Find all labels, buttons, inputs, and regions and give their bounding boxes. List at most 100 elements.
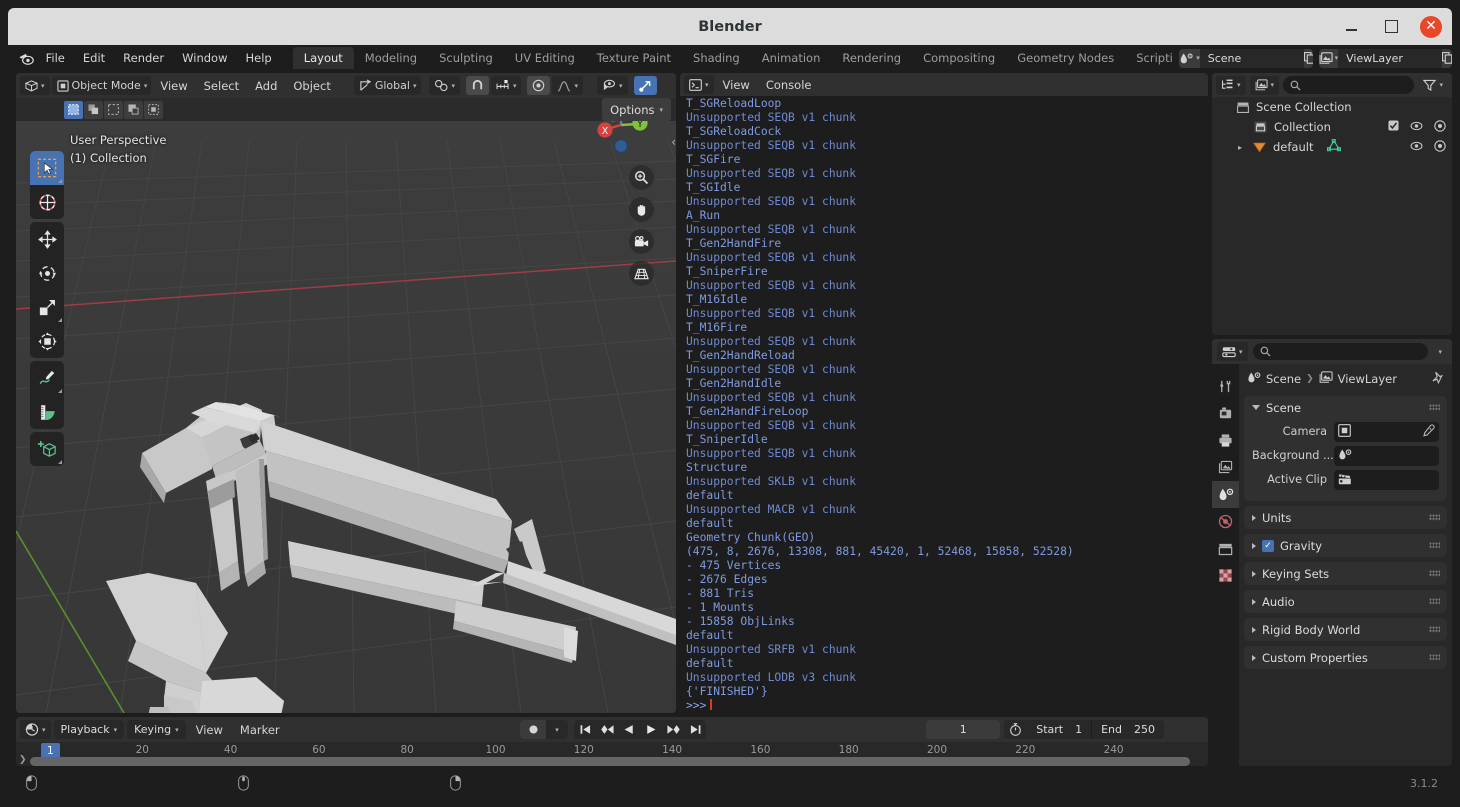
field-background-scene-input[interactable]: [1334, 445, 1439, 466]
workspace-tab-scripting[interactable]: Scripting: [1125, 47, 1173, 69]
play-icon[interactable]: [640, 720, 662, 739]
scene-tab[interactable]: [1212, 481, 1239, 508]
snap-to-selector[interactable]: ▾: [490, 76, 522, 95]
mesh-data-icon[interactable]: [1327, 138, 1342, 155]
select-subtract-icon[interactable]: [104, 100, 123, 119]
panel-units-header[interactable]: Units: [1244, 506, 1447, 529]
field-active-clip-input[interactable]: [1334, 469, 1439, 490]
view-layer-icon[interactable]: ▾: [1318, 48, 1339, 68]
menu-window[interactable]: Window: [173, 48, 236, 68]
panel-custom-properties-header[interactable]: Custom Properties: [1244, 646, 1447, 669]
panel-drag-grip[interactable]: [1429, 598, 1440, 605]
menu-help[interactable]: Help: [236, 48, 280, 68]
timeline-menu-view[interactable]: View: [189, 721, 230, 739]
properties-options-chevron[interactable]: ▾: [1433, 342, 1447, 361]
measure-tool[interactable]: [30, 395, 64, 429]
annotate-tool[interactable]: [30, 361, 64, 395]
new-scene-icon[interactable]: [1303, 48, 1313, 68]
console-menu-console[interactable]: Console: [759, 76, 819, 94]
view-layer-tab[interactable]: [1212, 454, 1239, 481]
workspace-tab-texture-paint[interactable]: Texture Paint: [586, 47, 682, 69]
camera-render-icon[interactable]: [1434, 139, 1446, 155]
transform-orientation-selector[interactable]: Global ▾: [353, 76, 422, 95]
panel-drag-grip[interactable]: [1429, 542, 1440, 549]
viewport-options-button[interactable]: Options ▾: [602, 98, 671, 121]
3d-viewport[interactable]: ▾ Object Mode ▾ View Select Add Object G…: [16, 73, 676, 713]
field-camera-input[interactable]: [1334, 421, 1439, 442]
viewport-canvas[interactable]: [16, 121, 676, 713]
select-intersect-icon[interactable]: [144, 100, 163, 119]
breadcrumb-viewlayer[interactable]: ViewLayer: [1338, 372, 1397, 386]
outliner-row-collection[interactable]: Collection: [1212, 117, 1452, 137]
gravity-checkbox[interactable]: ✓: [1262, 539, 1274, 552]
workspace-tab-geometry-nodes[interactable]: Geometry Nodes: [1006, 47, 1125, 69]
add-cube-tool[interactable]: [30, 432, 64, 466]
eye-icon[interactable]: [1410, 120, 1423, 134]
console-menu-view[interactable]: View: [716, 76, 757, 94]
scene-icon[interactable]: ▾: [1179, 48, 1200, 68]
viewport-menu-select[interactable]: Select: [197, 77, 246, 95]
zoom-icon[interactable]: [629, 165, 654, 190]
play-reverse-icon[interactable]: [618, 720, 640, 739]
viewlayer-name[interactable]: ViewLayer: [1338, 52, 1442, 65]
tweak-select-box-tool[interactable]: [30, 151, 64, 185]
editor-type-outliner[interactable]: ▾: [1216, 75, 1246, 95]
visibility-selector[interactable]: ▾: [597, 76, 628, 95]
transform-tool[interactable]: [30, 324, 64, 358]
start-frame-field[interactable]: Start 1: [1027, 720, 1091, 739]
scene-name[interactable]: Scene: [1200, 52, 1304, 65]
move-tool[interactable]: [30, 222, 64, 256]
scale-tool[interactable]: [30, 290, 64, 324]
editor-type-3d-viewport[interactable]: ▾: [20, 76, 50, 95]
use-preview-range-icon[interactable]: [1004, 720, 1027, 739]
outliner-search-input[interactable]: [1283, 76, 1415, 94]
panel-rigid-body-world-header[interactable]: Rigid Body World: [1244, 618, 1447, 641]
jump-end-icon[interactable]: [684, 720, 706, 739]
current-frame-field[interactable]: 1: [926, 720, 1001, 739]
tool-tab[interactable]: [1212, 373, 1239, 400]
prev-keyframe-icon[interactable]: [596, 720, 618, 739]
outliner-row-default[interactable]: ▸ default: [1212, 137, 1452, 157]
workspace-tab-modeling[interactable]: Modeling: [354, 47, 428, 69]
panel-drag-grip[interactable]: [1429, 654, 1440, 661]
pivot-point-selector[interactable]: ▾: [429, 76, 460, 95]
breadcrumb-scene[interactable]: Scene: [1266, 372, 1301, 386]
workspace-tab-sculpting[interactable]: Sculpting: [428, 47, 504, 69]
next-keyframe-icon[interactable]: [662, 720, 684, 739]
outliner-editor[interactable]: ▾ ▾ ▾ Scene Collection Collection ▸ defa…: [1212, 73, 1452, 335]
select-extend-icon[interactable]: [84, 100, 103, 119]
viewport-menu-add[interactable]: Add: [248, 77, 284, 95]
panel-drag-grip[interactable]: [1429, 514, 1440, 521]
console-prompt[interactable]: >>>: [686, 699, 1202, 713]
panel-drag-grip[interactable]: [1429, 626, 1440, 633]
viewport-sidebar-toggle[interactable]: ‹: [671, 135, 676, 149]
timeline-editor[interactable]: ▾ Playback ▾ Keying ▾ View Marker ▾ 1 St…: [16, 717, 1208, 766]
texture-tab[interactable]: [1212, 562, 1239, 589]
panel-drag-grip[interactable]: [1429, 570, 1440, 577]
jump-start-icon[interactable]: [574, 720, 596, 739]
properties-editor[interactable]: ▾ ▾ Scene ❯ ViewLayer Scene Camera Backg…: [1212, 339, 1452, 766]
outliner-row-scene-collection[interactable]: Scene Collection: [1212, 97, 1452, 117]
menu-file[interactable]: File: [37, 48, 74, 68]
blender-logo-icon[interactable]: [16, 45, 37, 71]
world-tab[interactable]: [1212, 508, 1239, 535]
output-tab[interactable]: [1212, 427, 1239, 454]
filter-funnel-icon[interactable]: ▾: [1418, 76, 1448, 95]
rotate-tool[interactable]: [30, 256, 64, 290]
toggle-ortho-icon[interactable]: [629, 261, 654, 286]
eye-icon[interactable]: [1410, 140, 1423, 154]
timeline-ruler[interactable]: 1 ❯ 20 40 60 80 100 120 140 160 180 200 220 240: [16, 742, 1208, 766]
object-mode-selector[interactable]: Object Mode ▾: [51, 76, 152, 95]
scene-selector[interactable]: ▾ Scene ×: [1179, 48, 1313, 68]
python-console-editor[interactable]: ▾ View Console T_SGReloadLoop Unsupported…: [680, 73, 1208, 766]
workspace-tab-compositing[interactable]: Compositing: [912, 47, 1006, 69]
editor-type-properties[interactable]: ▾: [1217, 342, 1248, 361]
close-icon[interactable]: ✕: [1420, 15, 1442, 38]
console-output[interactable]: T_SGReloadLoop Unsupported SEQB v1 chunk T…: [680, 96, 1208, 766]
viewport-menu-view[interactable]: View: [153, 77, 194, 95]
viewport-menu-object[interactable]: Object: [286, 77, 337, 95]
render-tab[interactable]: [1212, 400, 1239, 427]
workspace-tab-layout[interactable]: Layout: [292, 47, 354, 69]
workspace-tab-animation[interactable]: Animation: [751, 47, 832, 69]
maximize-icon[interactable]: [1380, 16, 1402, 38]
